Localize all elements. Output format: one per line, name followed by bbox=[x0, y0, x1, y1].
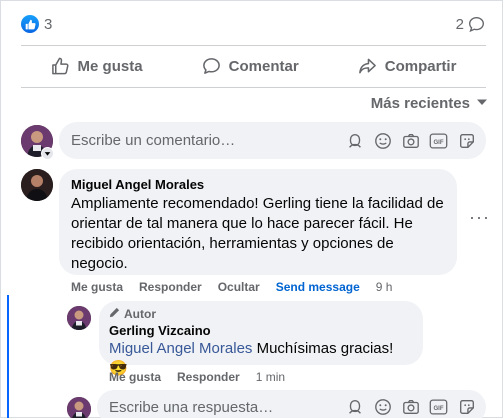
emoji-icon[interactable] bbox=[373, 398, 392, 417]
camera-icon[interactable] bbox=[401, 398, 420, 417]
author-badge: Autor bbox=[109, 307, 413, 321]
divider bbox=[21, 45, 486, 46]
commenter-avatar[interactable] bbox=[21, 169, 53, 201]
sticker-icon[interactable] bbox=[457, 131, 476, 150]
gif-icon[interactable]: GIF bbox=[429, 131, 448, 150]
sort-dropdown[interactable]: Más recientes bbox=[371, 95, 488, 112]
like-button-label: Me gusta bbox=[77, 57, 143, 75]
share-icon bbox=[358, 57, 377, 76]
comment-author[interactable]: Miguel Angel Morales bbox=[71, 177, 445, 192]
avatar-sticker-icon[interactable] bbox=[345, 131, 364, 150]
comment-like-link[interactable]: Me gusta bbox=[71, 280, 123, 294]
emoji-icon[interactable] bbox=[373, 131, 392, 150]
like-button[interactable]: Me gusta bbox=[41, 51, 153, 82]
reply-reply-link[interactable]: Responder bbox=[177, 370, 240, 384]
comment-composer[interactable]: GIF bbox=[59, 122, 486, 159]
svg-text:GIF: GIF bbox=[433, 406, 443, 412]
composer-tools: GIF bbox=[345, 131, 476, 150]
share-button-label: Compartir bbox=[384, 57, 457, 75]
comment-hide-link[interactable]: Ocultar bbox=[218, 280, 260, 294]
reply-author[interactable]: Gerling Vizcaino bbox=[109, 323, 413, 338]
divider bbox=[21, 87, 486, 88]
reply-author-avatar[interactable] bbox=[67, 306, 91, 330]
reply-composer-tools: GIF bbox=[345, 398, 476, 417]
like-count: 3 bbox=[44, 15, 53, 33]
comment-reply-link[interactable]: Responder bbox=[139, 280, 202, 294]
share-button[interactable]: Compartir bbox=[348, 51, 467, 82]
comment-text: Ampliamente recomendado! Gerling tiene l… bbox=[71, 195, 444, 272]
comment-summary[interactable]: 2 bbox=[456, 15, 486, 34]
reply-like-link[interactable]: Me gusta bbox=[109, 370, 161, 384]
reply-mention[interactable]: Miguel Angel Morales bbox=[109, 340, 252, 357]
chevron-down-icon bbox=[476, 95, 488, 112]
comment-count: 2 bbox=[455, 15, 464, 33]
reply-input[interactable] bbox=[109, 398, 345, 416]
send-message-link[interactable]: Send message bbox=[276, 280, 360, 294]
author-badge-label: Autor bbox=[124, 307, 156, 321]
reply-actions: Me gusta Responder 1 min bbox=[109, 370, 285, 384]
post-actions: Me gusta Comentar Compartir bbox=[21, 47, 486, 85]
reactions-summary: 3 2 bbox=[21, 13, 486, 35]
comment-bubble: Miguel Angel Morales Ampliamente recomen… bbox=[59, 169, 457, 275]
profile-switch-chevron-icon[interactable] bbox=[41, 147, 54, 160]
camera-icon[interactable] bbox=[401, 131, 420, 150]
comment-icon bbox=[202, 57, 221, 76]
thumbs-up-icon bbox=[51, 57, 70, 76]
reply-bubble: Autor Gerling Vizcaino Miguel Angel Mora… bbox=[99, 301, 423, 377]
thread-highlight-line bbox=[7, 295, 9, 418]
avatar-sticker-icon[interactable] bbox=[345, 398, 364, 417]
like-reaction-icon bbox=[21, 15, 39, 33]
svg-text:GIF: GIF bbox=[433, 140, 443, 146]
gif-icon[interactable]: GIF bbox=[429, 398, 448, 417]
comment-actions: Me gusta Responder Ocultar Send message … bbox=[71, 280, 392, 294]
comment-options-icon[interactable]: ··· bbox=[469, 207, 490, 228]
current-user-avatar[interactable] bbox=[67, 397, 91, 418]
sort-label: Más recientes bbox=[370, 95, 470, 112]
pen-icon bbox=[109, 307, 120, 321]
comment-bubble-icon bbox=[467, 15, 486, 34]
comment-input[interactable] bbox=[71, 132, 345, 149]
comment-timestamp[interactable]: 9 h bbox=[376, 280, 393, 294]
like-summary[interactable]: 3 bbox=[21, 15, 52, 33]
reply-composer[interactable]: GIF bbox=[97, 390, 486, 418]
comment-button-label: Comentar bbox=[228, 57, 299, 75]
comment-button[interactable]: Comentar bbox=[192, 51, 309, 82]
reply-timestamp[interactable]: 1 min bbox=[256, 370, 285, 384]
sticker-icon[interactable] bbox=[457, 398, 476, 417]
